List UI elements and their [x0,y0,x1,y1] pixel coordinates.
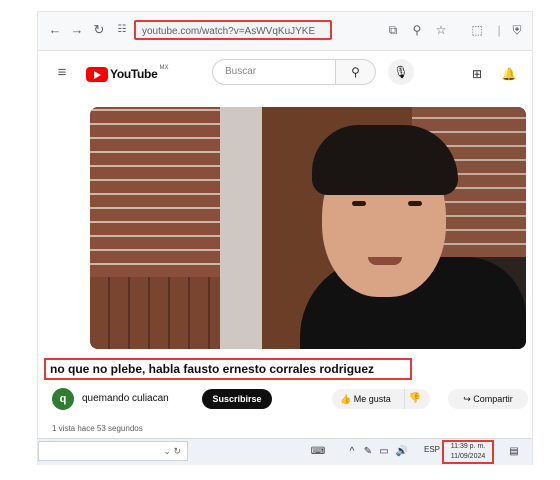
notification-center-icon[interactable]: ▤ [506,444,522,460]
chevron-up-icon[interactable]: ^ [344,444,360,460]
taskbar-clock[interactable]: 11:39 p. m. 11/09/2024 [442,440,494,464]
person-eye [352,201,366,206]
clock-date: 11/09/2024 [450,453,486,460]
browser-toolbar: ← → ↻ ☷ youtube.com/watch?v=AsWVqKuJYKE … [38,12,532,51]
network-icon[interactable]: ▭ [376,444,392,460]
youtube-play-icon [86,66,108,82]
youtube-logo[interactable]: YouTube MX [86,65,168,83]
video-background [220,107,262,349]
video-background [90,277,220,349]
site-info-icon[interactable]: ☷ [114,22,130,38]
taskbar-search-field[interactable]: ⌄ ↻ [38,441,188,461]
youtube-header: ≡ YouTube MX Buscar ⚲ 🎙 ⊞ 🔔 [38,51,532,97]
screenshot-frame: ← → ↻ ☷ youtube.com/watch?v=AsWVqKuJYKE … [38,12,532,465]
logo-country: MX [159,65,169,71]
channel-avatar[interactable]: q [52,388,74,410]
cast-icon[interactable]: ⧉ [384,21,402,39]
dislike-button[interactable]: 👎 [404,389,425,409]
zoom-icon[interactable]: ⚲ [408,21,426,39]
like-dislike-group: 👍 Me gusta 👎 [332,389,430,409]
person-eye [408,201,422,206]
logo-text: YouTube [110,67,158,81]
notifications-icon[interactable]: 🔔 [500,65,518,83]
back-arrow-icon[interactable]: ← [46,21,64,39]
like-label: Me gusta [353,394,391,404]
extensions-icon[interactable]: ⬚ [468,21,486,39]
like-button[interactable]: 👍 Me gusta [340,389,391,409]
address-bar[interactable]: youtube.com/watch?v=AsWVqKuJYKE [134,20,332,40]
volume-icon[interactable]: 🔊 [394,444,410,460]
share-button[interactable]: ↪ Compartir [448,389,528,409]
video-title: no que no plebe, habla fausto ernesto co… [44,358,412,380]
search-input[interactable]: Buscar [212,59,336,85]
video-background [90,107,220,277]
channel-name[interactable]: quemando culiacan [82,393,169,404]
language-indicator[interactable]: ESP [424,445,440,454]
person-mouth [368,257,402,265]
keyboard-icon[interactable]: ⌨ [310,444,326,460]
clock-time: 11:39 p. m. [450,443,486,450]
subscribe-button[interactable]: Suscribirse [202,389,272,409]
create-video-icon[interactable]: ⊞ [468,65,486,83]
mic-icon[interactable]: 🎙 [388,59,414,85]
person-hair [312,125,458,195]
pen-icon[interactable]: ✎ [360,444,376,460]
windows-taskbar: ⌄ ↻ ⌨ ^ ✎ ▭ 🔊 ESP 11:39 p. m. 11/09/2024… [38,438,532,465]
search-icon[interactable]: ⚲ [336,59,376,85]
forward-arrow-icon[interactable]: → [68,21,86,39]
owner-row: q quemando culiacan Suscribirse 👍 Me gus… [52,386,530,412]
description-preview[interactable]: 1 vista hace 53 segundos [52,424,143,433]
menu-icon[interactable]: ≡ [54,65,70,81]
profile-icon[interactable]: ⛨ [508,21,526,39]
video-player[interactable] [90,107,526,349]
toolbar-divider: | [497,23,501,37]
share-label: Compartir [473,394,513,404]
star-icon[interactable]: ☆ [432,21,450,39]
reload-icon[interactable]: ↻ [90,21,108,39]
